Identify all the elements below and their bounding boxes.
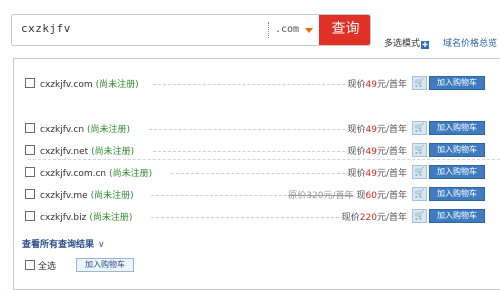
domain-name: cxzkjfv.biz (尚未注册) <box>40 213 133 223</box>
select-all-label: 全选 <box>38 262 57 272</box>
select-all-checkbox[interactable] <box>25 260 35 270</box>
add-to-cart-button[interactable]: 加入购物车 <box>429 143 485 157</box>
price-value: 60 <box>365 191 377 201</box>
leader-line <box>153 84 365 85</box>
domain-status: (尚未注册) <box>90 191 134 201</box>
domain-status: (尚未注册) <box>91 147 135 157</box>
search-input[interactable]: cxzkjfv <box>21 22 71 35</box>
price-value: 49 <box>365 125 377 135</box>
cart-icon[interactable]: 🛒 <box>412 165 427 179</box>
price-text: 现价49元/首年 <box>347 169 407 179</box>
add-to-cart-button[interactable]: 加入购物车 <box>429 187 485 201</box>
domain-checkbox[interactable] <box>25 78 35 88</box>
cart-icon[interactable]: 🛒 <box>412 209 427 223</box>
domain-name: cxzkjfv.me (尚未注册) <box>40 191 134 201</box>
add-to-cart-button[interactable]: 加入购物车 <box>429 209 485 223</box>
domain-status: (尚未注册) <box>87 125 131 135</box>
price-text: 现价49元/首年 <box>347 125 407 135</box>
domain-checkbox[interactable] <box>25 123 35 133</box>
view-all-results-link[interactable]: 查看所有查询结果 ∨ <box>22 237 105 250</box>
price-text: 现价49元/首年 <box>347 147 407 157</box>
price-text: 现价220元/首年 <box>341 213 407 223</box>
leader-line <box>151 195 287 196</box>
domain-status: (尚未注册) <box>109 169 153 179</box>
domain-status: (尚未注册) <box>95 80 139 90</box>
bulk-add-to-cart-button[interactable]: 加入购物车 <box>76 258 134 272</box>
add-to-cart-button[interactable]: 加入购物车 <box>429 165 485 179</box>
dropdown-arrow-icon[interactable] <box>305 28 313 33</box>
result-row: cxzkjfv.biz (尚未注册) 现价220元/首年 🛒 加入购物车 <box>25 209 485 223</box>
domain-checkbox[interactable] <box>25 167 35 177</box>
domain-name: cxzkjfv.cn (尚未注册) <box>40 125 131 135</box>
leader-line <box>171 173 365 174</box>
domain-name: cxzkjfv.com.cn (尚未注册) <box>40 169 153 179</box>
result-row: cxzkjfv.cn (尚未注册) 现价49元/首年 🛒 加入购物车 <box>25 121 485 135</box>
tld-select[interactable]: .com <box>275 24 299 35</box>
domain-status: (尚未注册) <box>89 213 133 223</box>
add-to-cart-button[interactable]: 加入购物车 <box>429 121 485 135</box>
leader-line <box>151 217 359 218</box>
price-value: 49 <box>365 147 377 157</box>
domain-name: cxzkjfv.com (尚未注册) <box>40 80 139 90</box>
result-row: cxzkjfv.com.cn (尚未注册) 现价49元/首年 🛒 加入购物车 <box>25 165 485 179</box>
price-value: 49 <box>365 169 377 179</box>
price-text: 现价49元/首年 <box>347 80 407 90</box>
domain-checkbox[interactable] <box>25 145 35 155</box>
multi-select-mode-link[interactable]: 多选模式 ✚ <box>384 36 430 49</box>
tld-separator <box>268 22 269 38</box>
price-text: 原价320元/首年 现60元/首年 <box>288 191 407 201</box>
result-row: cxzkjfv.com (尚未注册) 现价49元/首年 🛒 加入购物车 <box>25 76 485 90</box>
leader-line <box>149 129 365 130</box>
domain-name: cxzkjfv.net (尚未注册) <box>40 147 135 157</box>
chevron-down-icon: ∨ <box>98 240 105 250</box>
result-row: cxzkjfv.net (尚未注册) 现价49元/首年 🛒 加入购物车 <box>25 143 485 157</box>
original-price: 原价320元/首年 <box>288 191 354 201</box>
price-value: 220 <box>359 213 377 223</box>
domain-checkbox[interactable] <box>25 189 35 199</box>
add-to-cart-button[interactable]: 加入购物车 <box>429 76 485 90</box>
domain-checkbox[interactable] <box>25 211 35 221</box>
search-box: cxzkjfv .com 查询 <box>11 14 371 46</box>
result-row: cxzkjfv.me (尚未注册) 原价320元/首年 现60元/首年 🛒 加入购物… <box>25 187 485 201</box>
price-overview-link[interactable]: 域名价格总览 <box>443 36 497 49</box>
result-divider <box>28 159 500 160</box>
cart-icon[interactable]: 🛒 <box>412 76 427 90</box>
multi-select-mode-label: 多选模式 <box>384 39 421 49</box>
cart-icon[interactable]: 🛒 <box>412 121 427 135</box>
price-value: 49 <box>365 80 377 90</box>
plus-icon: ✚ <box>421 41 430 49</box>
search-button[interactable]: 查询 <box>319 15 370 45</box>
leader-line <box>153 151 365 152</box>
cart-icon[interactable]: 🛒 <box>412 187 427 201</box>
cart-icon[interactable]: 🛒 <box>412 143 427 157</box>
